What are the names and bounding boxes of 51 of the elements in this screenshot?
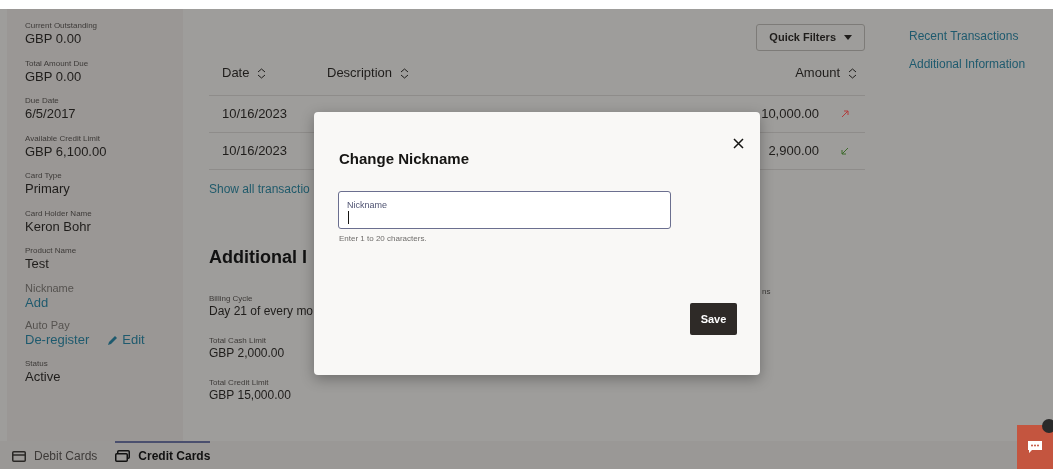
close-icon[interactable] xyxy=(733,138,744,149)
chat-button[interactable] xyxy=(1017,425,1053,469)
field-label: Total Amount Due xyxy=(25,57,90,69)
column-header[interactable]: Amount xyxy=(795,63,840,83)
field-label: Card Holder Name xyxy=(25,207,93,219)
hint-text: Enter 1 to 20 characters. xyxy=(339,233,427,245)
field-label: Card Type xyxy=(25,170,63,181)
field-label: Available Credit Limit xyxy=(25,132,101,144)
field-label: Current Outstanding xyxy=(25,20,99,31)
tab[interactable]: Credit Cards xyxy=(115,441,211,469)
quick-filters-button[interactable]: Quick Filters xyxy=(756,24,865,51)
column-header[interactable]: Date xyxy=(222,63,250,83)
field-value: GBP 2,000.00 xyxy=(209,346,286,361)
save-button[interactable]: Save xyxy=(690,303,737,335)
field-label: Total Credit Limit xyxy=(209,377,270,388)
tab[interactable]: Debit Cards xyxy=(12,441,98,469)
cards-icon xyxy=(115,450,131,462)
table-cell-text: 10/16/2023 xyxy=(221,142,289,161)
sort-icon[interactable] xyxy=(400,67,410,79)
field-label: Auto Pay xyxy=(25,319,71,332)
arrow-icon xyxy=(841,147,849,155)
pencil-icon xyxy=(107,334,119,346)
field-label: Nickname xyxy=(25,281,75,295)
field-label: Status xyxy=(25,357,49,369)
field-value: Keron Bohr xyxy=(25,218,91,235)
table-cell-text: 2,900.00 xyxy=(768,142,819,161)
field-value: Primary xyxy=(25,181,70,197)
field-value: Test xyxy=(25,256,49,272)
card-icon xyxy=(12,450,26,462)
table-cell-text: 10,000.00 xyxy=(761,105,819,124)
chat-icon xyxy=(1027,440,1043,454)
dialog-title: Change Nickname xyxy=(339,149,470,169)
sort-icon[interactable] xyxy=(257,67,267,79)
field-value: GBP 6,100.00 xyxy=(25,143,107,160)
nickname-field[interactable]: Nickname xyxy=(338,191,671,229)
field-value: GBP 15,000.00 xyxy=(209,388,292,403)
field-label: Product Name xyxy=(25,245,78,256)
caret-icon xyxy=(844,35,852,40)
field-label: ns xyxy=(762,286,771,298)
section-title: Additional I xyxy=(209,246,308,269)
field-label: Total Cash Limit xyxy=(209,335,267,346)
arrow-icon xyxy=(841,110,849,118)
sort-icon[interactable] xyxy=(848,67,857,79)
field-value: 6/5/2017 xyxy=(25,106,76,122)
field-value: Active xyxy=(25,368,61,385)
field-value: GBP 0.00 xyxy=(25,68,82,85)
field-label: Due Date xyxy=(25,95,60,106)
field-value: GBP 0.00 xyxy=(25,31,82,47)
column-header[interactable]: Description xyxy=(327,63,393,83)
table-cell-text: 10/16/2023 xyxy=(221,105,289,124)
field-label: Billing Cycle xyxy=(209,293,254,304)
